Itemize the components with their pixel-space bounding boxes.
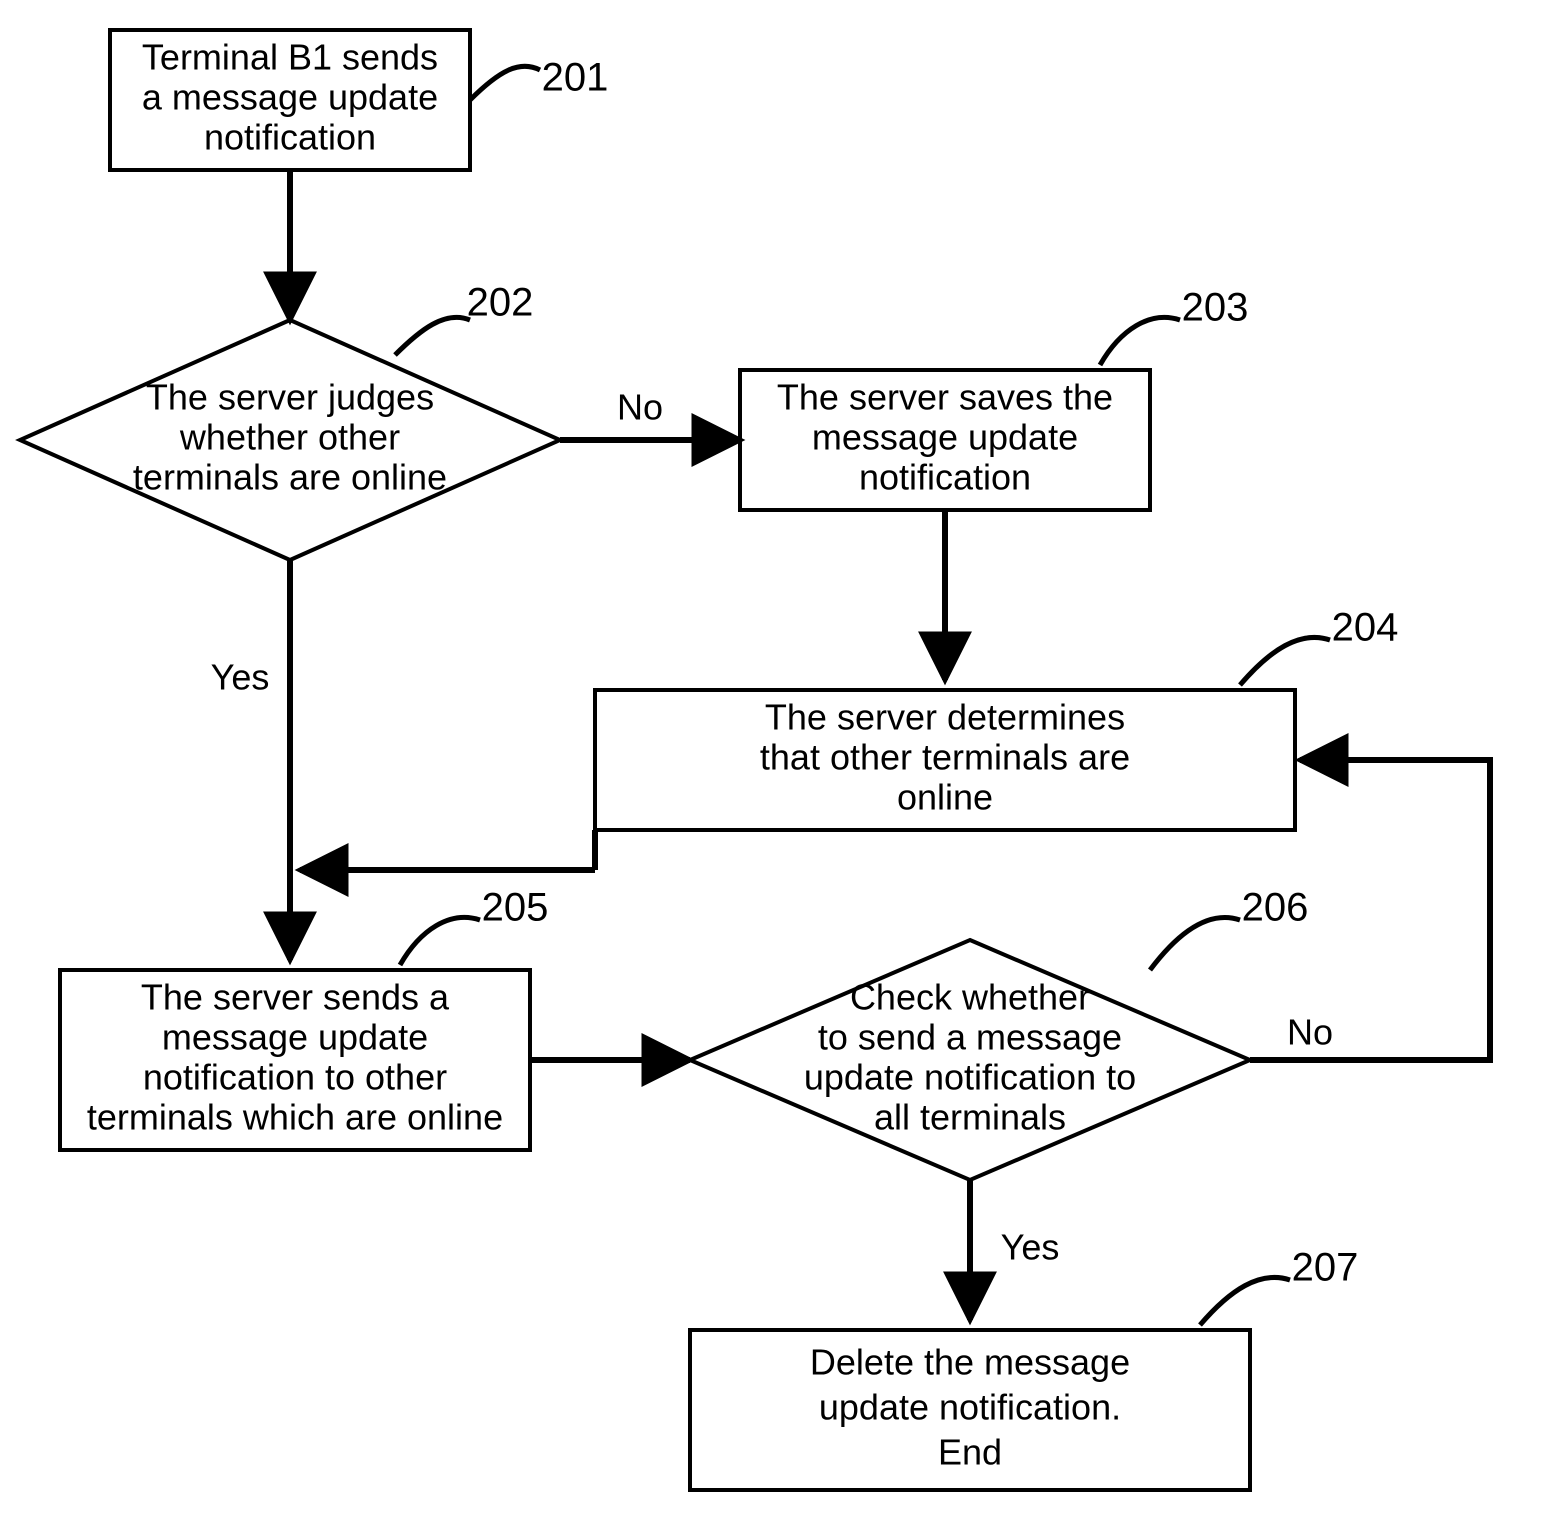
ref-202: 202: [467, 281, 534, 325]
node-201-line3: notification: [204, 117, 376, 158]
node-201-line2: a message update: [142, 77, 438, 118]
ref-205: 205: [482, 886, 549, 930]
ref-206: 206: [1242, 886, 1309, 930]
edge-206-207-label: Yes: [1001, 1227, 1060, 1268]
node-202-line2: whether other: [179, 417, 400, 458]
node-205: The server sends a message update notifi…: [60, 970, 530, 1150]
flowchart: Terminal B1 sends a message update notif…: [0, 0, 1564, 1540]
ref-204: 204: [1332, 606, 1399, 650]
node-201-line1: Terminal B1 sends: [142, 37, 438, 78]
node-204-line3: online: [897, 777, 993, 818]
node-203-line3: notification: [859, 457, 1031, 498]
edge-202-205-label: Yes: [211, 657, 270, 698]
node-205-line4: terminals which are online: [87, 1097, 503, 1138]
node-204-line1: The server determines: [765, 697, 1125, 738]
node-203: The server saves the message update noti…: [740, 370, 1150, 510]
node-207-line3: End: [938, 1432, 1002, 1473]
node-205-line2: message update: [162, 1017, 428, 1058]
node-207: Delete the message update notification. …: [690, 1330, 1250, 1490]
ref-203: 203: [1182, 286, 1249, 330]
node-202-line3: terminals are online: [133, 457, 447, 498]
ref-201: 201: [542, 56, 609, 100]
node-206-line3: update notification to: [804, 1057, 1136, 1098]
node-202: The server judges whether other terminal…: [20, 320, 560, 560]
node-203-line2: message update: [812, 417, 1078, 458]
node-201: Terminal B1 sends a message update notif…: [110, 30, 470, 170]
node-206-line4: all terminals: [874, 1097, 1066, 1138]
node-204-line2: that other terminals are: [760, 737, 1130, 778]
node-207-line2: update notification.: [819, 1387, 1121, 1428]
node-206: Check whether to send a message update n…: [690, 940, 1250, 1180]
node-206-line2: to send a message: [818, 1017, 1122, 1058]
node-202-line1: The server judges: [146, 377, 434, 418]
node-205-line3: notification to other: [143, 1057, 447, 1098]
node-203-line1: The server saves the: [777, 377, 1113, 418]
node-205-line1: The server sends a: [141, 977, 450, 1018]
edge-206-204-label: No: [1287, 1012, 1333, 1053]
node-204: The server determines that other termina…: [595, 690, 1295, 830]
edge-202-203-label: No: [617, 387, 663, 428]
node-206-line1: Check whether: [850, 977, 1090, 1018]
node-207-line1: Delete the message: [810, 1342, 1130, 1383]
ref-207: 207: [1292, 1246, 1359, 1290]
